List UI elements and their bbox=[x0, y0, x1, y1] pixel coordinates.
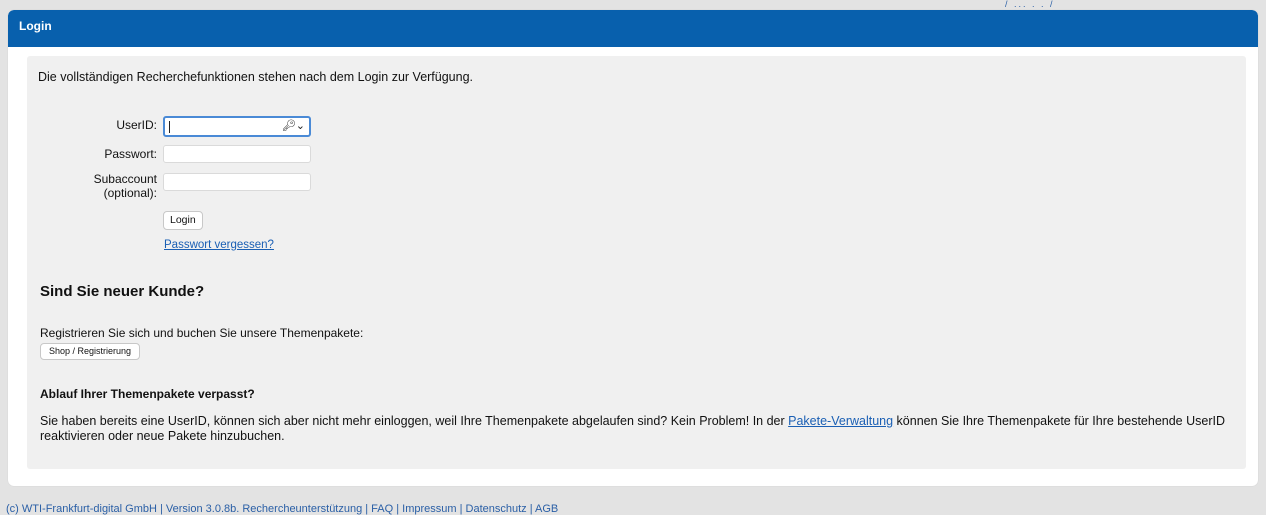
userid-label: UserID: bbox=[116, 118, 157, 132]
top-link-fragment[interactable]: / ... . . / bbox=[1005, 0, 1055, 9]
password-label: Passwort: bbox=[104, 147, 157, 161]
subaccount-label-line2: (optional): bbox=[103, 186, 157, 200]
panel-body: Die vollständigen Recherchefunktionen st… bbox=[27, 56, 1246, 469]
expired-heading: Ablauf Ihrer Themenpakete verpasst? bbox=[40, 387, 255, 401]
login-button[interactable]: Login bbox=[163, 211, 203, 230]
new-customer-heading: Sind Sie neuer Kunde? bbox=[40, 283, 205, 300]
package-management-link[interactable]: Pakete-Verwaltung bbox=[788, 414, 893, 428]
shop-registration-button[interactable]: Shop / Registrierung bbox=[40, 343, 141, 360]
expired-paragraph: Sie haben bereits eine UserID, können si… bbox=[40, 414, 1230, 444]
subaccount-label-line1: Subaccount bbox=[93, 172, 157, 186]
expired-text-before: Sie haben bereits eine UserID, können si… bbox=[40, 414, 789, 428]
password-key-icon[interactable]: 🔑︎⌄ bbox=[282, 119, 305, 132]
footer-links[interactable]: (c) WTI-Frankfurt-digital GmbH | Version… bbox=[6, 503, 558, 515]
login-panel: Login Die vollständigen Recherchefunktio… bbox=[8, 10, 1258, 486]
forgot-password-link[interactable]: Passwort vergessen? bbox=[164, 239, 274, 251]
intro-text: Die vollständigen Recherchefunktionen st… bbox=[38, 70, 474, 84]
subaccount-label: Subaccount (optional): bbox=[37, 172, 157, 200]
text-caret bbox=[169, 121, 170, 133]
subaccount-input[interactable] bbox=[163, 173, 311, 191]
new-customer-text: Registrieren Sie sich und buchen Sie uns… bbox=[40, 326, 364, 340]
password-input[interactable] bbox=[163, 145, 311, 163]
panel-title: Login bbox=[19, 19, 52, 33]
panel-header: Login bbox=[8, 10, 1258, 47]
userid-input[interactable]: 🔑︎⌄ bbox=[163, 116, 311, 137]
